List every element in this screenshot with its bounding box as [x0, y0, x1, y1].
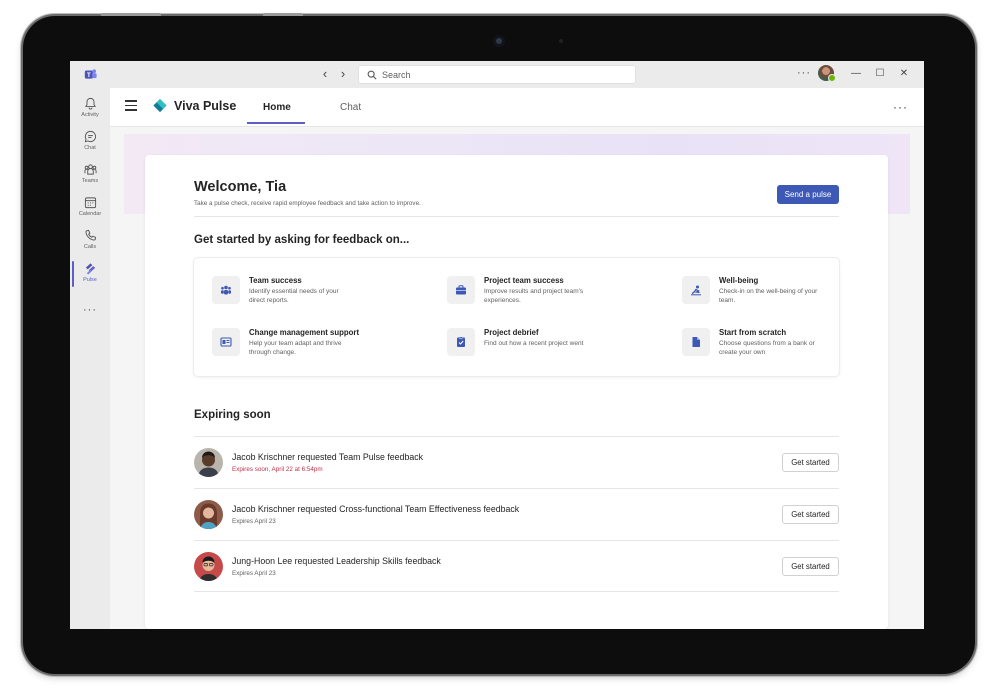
tab-chat[interactable]: Chat	[340, 102, 361, 113]
rail-item-calls[interactable]: Calls	[70, 226, 110, 258]
list-item: Jacob Krischner requested Team Pulse fee…	[194, 436, 839, 488]
option-project-debrief[interactable]: Project debrief Find out how a recent pr…	[447, 328, 637, 368]
rail-label: Chat	[84, 145, 96, 151]
option-title: Team success	[249, 276, 302, 285]
calendar-icon	[84, 197, 96, 209]
bell-icon	[84, 97, 96, 110]
phone-icon	[84, 229, 96, 241]
get-started-button[interactable]: Get started	[782, 557, 839, 576]
option-desc: Help your team adapt and thrive through …	[249, 340, 342, 357]
screen: T ‹ › ··· — ☐ ✕ Activity Chat Team	[70, 61, 924, 629]
teams-logo-icon[interactable]: T	[84, 68, 97, 81]
close-icon[interactable]: ✕	[892, 68, 916, 79]
rail-item-pulse[interactable]: Pulse	[70, 259, 110, 291]
option-change-management[interactable]: Change management support Help your team…	[212, 328, 402, 368]
request-title: Jacob Krischner requested Cross-function…	[232, 504, 520, 514]
request-title: Jacob Krischner requested Team Pulse fee…	[232, 452, 424, 462]
option-desc: Identify essential needs of your direct …	[249, 288, 339, 305]
pulse-icon	[85, 263, 95, 275]
rail-item-teams[interactable]: Teams	[70, 160, 110, 192]
page-title: Welcome, Tia	[194, 179, 287, 195]
rail-label: Pulse	[83, 277, 97, 283]
tab-home[interactable]: Home	[263, 102, 291, 113]
rail-item-chat[interactable]: Chat	[70, 127, 110, 159]
send-pulse-button[interactable]: Send a pulse	[777, 185, 839, 204]
menu-icon[interactable]	[125, 100, 137, 111]
sensor	[559, 39, 563, 43]
page-subtitle: Take a pulse check, receive rapid employ…	[194, 200, 421, 207]
main-content: Welcome, Tia Take a pulse check, receive…	[110, 127, 924, 629]
option-project-team-success[interactable]: Project team success Improve results and…	[447, 276, 637, 316]
option-desc: Find out how a recent project went	[484, 340, 584, 347]
option-start-from-scratch[interactable]: Start from scratch Choose questions from…	[682, 328, 872, 368]
option-title: Change management support	[249, 328, 360, 337]
app-header: Viva Pulse Home Chat ···	[110, 88, 924, 127]
option-team-success[interactable]: Team success Identify essential needs of…	[212, 276, 402, 316]
briefcase-icon	[456, 285, 466, 295]
change-icon	[220, 337, 232, 347]
list-item: Jacob Krischner requested Cross-function…	[194, 488, 839, 540]
camera-icon	[493, 35, 505, 47]
option-desc: Choose questions from a bank or create y…	[719, 340, 815, 357]
chat-icon	[84, 130, 96, 143]
minimize-icon[interactable]: —	[844, 68, 868, 79]
get-started-button[interactable]: Get started	[782, 453, 839, 472]
more-options-icon[interactable]: ···	[893, 100, 908, 114]
rail-label: Calls	[83, 244, 97, 250]
svg-text:T: T	[87, 72, 91, 79]
user-avatar[interactable]	[818, 65, 836, 82]
home-card: Welcome, Tia Take a pulse check, receive…	[145, 155, 888, 629]
viva-pulse-logo-icon	[153, 99, 167, 112]
avatar	[194, 448, 223, 477]
option-title: Well-being	[719, 276, 759, 285]
more-apps-icon[interactable]: ···	[70, 304, 110, 316]
rail-label: Activity	[81, 112, 99, 118]
option-title: Project team success	[484, 276, 564, 285]
app-rail: Activity Chat Teams Calendar Calls Pulse…	[70, 88, 110, 629]
back-arrow-icon[interactable]: ‹	[319, 67, 331, 81]
avatar	[194, 500, 223, 529]
search-icon	[367, 70, 377, 80]
divider	[194, 216, 839, 217]
rail-label: Teams	[81, 178, 99, 184]
request-expiry: Expires April 23	[232, 570, 276, 577]
list-item: Jung-Hoon Lee requested Leadership Skill…	[194, 540, 839, 592]
search-box[interactable]	[358, 65, 636, 84]
get-started-button[interactable]: Get started	[782, 505, 839, 524]
rail-item-activity[interactable]: Activity	[70, 94, 110, 126]
request-title: Jung-Hoon Lee requested Leadership Skill…	[232, 556, 441, 566]
search-input[interactable]	[382, 69, 582, 80]
active-tab-indicator	[247, 122, 305, 124]
option-title: Project debrief	[484, 328, 539, 337]
request-expiry: Expires April 23	[232, 518, 276, 525]
rail-label: Calendar	[78, 211, 102, 217]
avatar	[194, 552, 223, 581]
option-well-being[interactable]: Well-being Check-in on the well-being of…	[682, 276, 872, 316]
people-icon	[221, 285, 231, 295]
rail-item-calendar[interactable]: Calendar	[70, 193, 110, 225]
option-desc: Improve results and project team's exper…	[484, 288, 584, 305]
request-expiry: Expires soon, April 22 at 6:54pm	[232, 466, 323, 473]
option-desc: Check-in on the well-being of your team.	[719, 288, 818, 305]
maximize-icon[interactable]: ☐	[868, 68, 892, 79]
more-options-icon[interactable]: ···	[794, 67, 814, 79]
expiring-heading: Expiring soon	[194, 409, 271, 421]
document-icon	[692, 337, 700, 347]
feedback-options: Team success Identify essential needs of…	[194, 258, 839, 376]
option-title: Start from scratch	[719, 328, 787, 337]
wellbeing-icon	[691, 285, 701, 296]
get-started-heading: Get started by asking for feedback on...	[194, 234, 410, 246]
app-name: Viva Pulse	[174, 99, 237, 113]
forward-arrow-icon[interactable]: ›	[337, 67, 349, 81]
teams-icon	[83, 164, 97, 175]
title-bar: T ‹ › ··· — ☐ ✕	[70, 61, 924, 88]
clipboard-check-icon	[457, 336, 465, 347]
